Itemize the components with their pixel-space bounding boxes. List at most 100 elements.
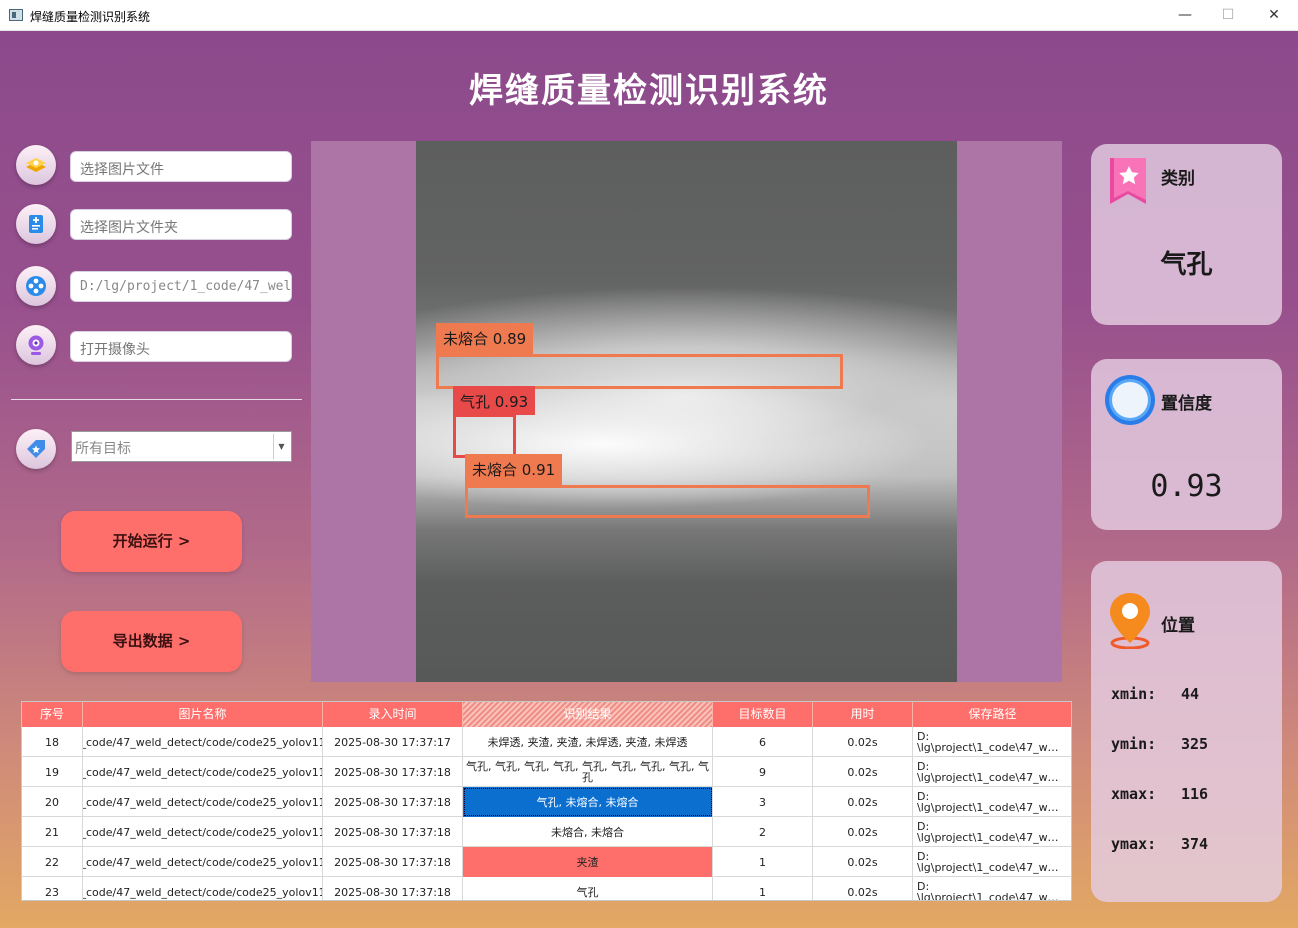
image-file-input[interactable]: 选择图片文件 [70,151,292,182]
cell-path[interactable]: D: \lg\project\1_code\47_w… [913,877,1071,900]
start-run-button[interactable]: 开始运行 > [61,511,242,572]
detection-label: 未熔合 0.91 [465,454,563,485]
cell-result[interactable]: 夹渣 [463,847,713,877]
table-row[interactable]: 22D:/lg/project/1_code/47_weld_detect/co… [22,847,1071,877]
cell-id[interactable]: 23 [22,877,83,900]
category-value: 气孔 [1160,250,1213,280]
camera-input[interactable]: 打开摄像头 [70,331,292,362]
export-data-button[interactable]: 导出数据 > [61,611,242,672]
cell-id[interactable]: 22 [22,847,83,877]
detection-label: 未熔合 0.89 [436,323,534,354]
results-table[interactable]: 序号 图片名称 录入时间 识别结果 目标数目 用时 保存路径 18D:/lg/p… [21,701,1072,901]
cell-elapsed[interactable]: 0.02s [813,817,913,847]
table-row[interactable]: 23D:/lg/project/1_code/47_weld_detect/co… [22,877,1071,900]
cell-elapsed[interactable]: 0.02s [813,877,913,900]
sidebar-divider [11,399,302,400]
cell-result[interactable]: 气孔 [463,877,713,900]
table-header: 序号 图片名称 录入时间 识别结果 目标数目 用时 保存路径 [22,702,1071,727]
cell-elapsed[interactable]: 0.02s [813,757,913,787]
app-icon [9,9,23,21]
video-reel-icon[interactable] [16,266,56,306]
chevron-down-icon[interactable]: ▼ [273,434,289,459]
cell-count[interactable]: 1 [713,877,813,900]
xmax-row: xmax: 116 [1111,785,1209,803]
table-row[interactable]: 19D:/lg/project/1_code/47_weld_detect/co… [22,757,1071,787]
cell-elapsed[interactable]: 0.02s [813,727,913,757]
cell-time[interactable]: 2025-08-30 17:37:18 [323,817,463,847]
cell-id[interactable]: 18 [22,727,83,757]
column-header-count[interactable]: 目标数目 [713,702,813,727]
maximize-button[interactable]: ☐ [1206,4,1250,26]
window-title: 焊缝质量检测识别系统 [30,10,151,24]
cell-time[interactable]: 2025-08-30 17:37:18 [323,757,463,787]
cell-time[interactable]: 2025-08-30 17:37:17 [323,727,463,757]
cell-result[interactable]: 气孔, 气孔, 气孔, 气孔, 气孔, 气孔, 气孔, 气孔, 气孔 [463,757,713,787]
window-titlebar: 焊缝质量检测识别系统 — ☐ ✕ [0,0,1298,31]
table-row[interactable]: 20D:/lg/project/1_code/47_weld_detect/co… [22,787,1071,817]
category-title: 类别 [1161,169,1195,189]
column-header-time[interactable]: 录入时间 [323,702,463,727]
cell-count[interactable]: 2 [713,817,813,847]
cell-result[interactable]: 未熔合, 未熔合 [463,817,713,847]
category-card: 类别 气孔 [1091,144,1282,325]
cell-count[interactable]: 9 [713,757,813,787]
column-header-id[interactable]: 序号 [22,702,83,727]
column-header-path[interactable]: 保存路径 [913,702,1071,727]
cell-time[interactable]: 2025-08-30 17:37:18 [323,847,463,877]
table-row[interactable]: 18D:/lg/project/1_code/47_weld_detect/co… [22,727,1071,757]
cell-path[interactable]: D: \lg\project\1_code\47_w… [913,817,1071,847]
cell-name[interactable]: D:/lg/project/1_code/47_weld_detect/code… [83,757,323,787]
position-title: 位置 [1161,616,1195,636]
ymin-row: ymin: 325 [1111,735,1209,753]
cell-time[interactable]: 2025-08-30 17:37:18 [323,877,463,900]
add-file-icon[interactable] [16,204,56,244]
confidence-card: 置信度 0.93 [1091,359,1282,530]
ymax-row: ymax: 374 [1111,835,1209,853]
main-panel: 焊缝质量检测识别系统 选择图片文件 选择图片文件夹 D:/lg/project/… [0,31,1298,928]
app-title: 焊缝质量检测识别系统 [469,71,829,111]
image-stack-icon[interactable] [16,145,56,185]
target-select-value: 所有目标 [75,441,131,457]
video-file-input[interactable]: D:/lg/project/1_code/47_weld [70,271,292,302]
column-header-result[interactable]: 识别结果 [463,702,713,727]
close-button[interactable]: ✕ [1252,4,1296,26]
location-pin-icon [1110,593,1150,649]
cell-name[interactable]: D:/lg/project/1_code/47_weld_detect/code… [83,727,323,757]
table-row[interactable]: 21D:/lg/project/1_code/47_weld_detect/co… [22,817,1071,847]
weld-xray-image: 未熔合 0.89 气孔 0.93 未熔合 0.91 [416,141,957,682]
column-header-elapsed[interactable]: 用时 [813,702,913,727]
detection-box-porosity [453,414,516,458]
cell-name[interactable]: D:/lg/project/1_code/47_weld_detect/code… [83,847,323,877]
cell-path[interactable]: D: \lg\project\1_code\47_w… [913,757,1071,787]
cell-count[interactable]: 6 [713,727,813,757]
webcam-icon[interactable] [16,325,56,365]
circle-gauge-icon [1105,375,1155,425]
column-header-name[interactable]: 图片名称 [83,702,323,727]
cell-count[interactable]: 3 [713,787,813,817]
cell-name[interactable]: D:/lg/project/1_code/47_weld_detect/code… [83,877,323,900]
confidence-title: 置信度 [1161,394,1212,414]
cell-path[interactable]: D: \lg\project\1_code\47_w… [913,727,1071,757]
cell-count[interactable]: 1 [713,847,813,877]
cell-path[interactable]: D: \lg\project\1_code\47_w… [913,847,1071,877]
cell-name[interactable]: D:/lg/project/1_code/47_weld_detect/code… [83,817,323,847]
cell-id[interactable]: 20 [22,787,83,817]
image-folder-input[interactable]: 选择图片文件夹 [70,209,292,240]
minimize-button[interactable]: — [1163,4,1207,26]
bookmark-star-icon [1110,158,1146,204]
cell-result[interactable]: 未焊透, 夹渣, 夹渣, 未焊透, 夹渣, 未焊透 [463,727,713,757]
detection-label: 气孔 0.93 [453,386,536,415]
cell-time[interactable]: 2025-08-30 17:37:18 [323,787,463,817]
confidence-value: 0.93 [1150,469,1223,504]
cell-elapsed[interactable]: 0.02s [813,847,913,877]
detection-box-lack-of-fusion-1 [436,354,843,389]
cell-id[interactable]: 19 [22,757,83,787]
cell-result[interactable]: 气孔, 未熔合, 未熔合 [463,787,713,817]
target-tag-icon [16,429,56,469]
image-viewer: 未熔合 0.89 气孔 0.93 未熔合 0.91 [311,141,1062,682]
cell-elapsed[interactable]: 0.02s [813,787,913,817]
cell-name[interactable]: D:/lg/project/1_code/47_weld_detect/code… [83,787,323,817]
cell-path[interactable]: D: \lg\project\1_code\47_w… [913,787,1071,817]
cell-id[interactable]: 21 [22,817,83,847]
target-select[interactable]: 所有目标 ▼ [71,431,292,462]
